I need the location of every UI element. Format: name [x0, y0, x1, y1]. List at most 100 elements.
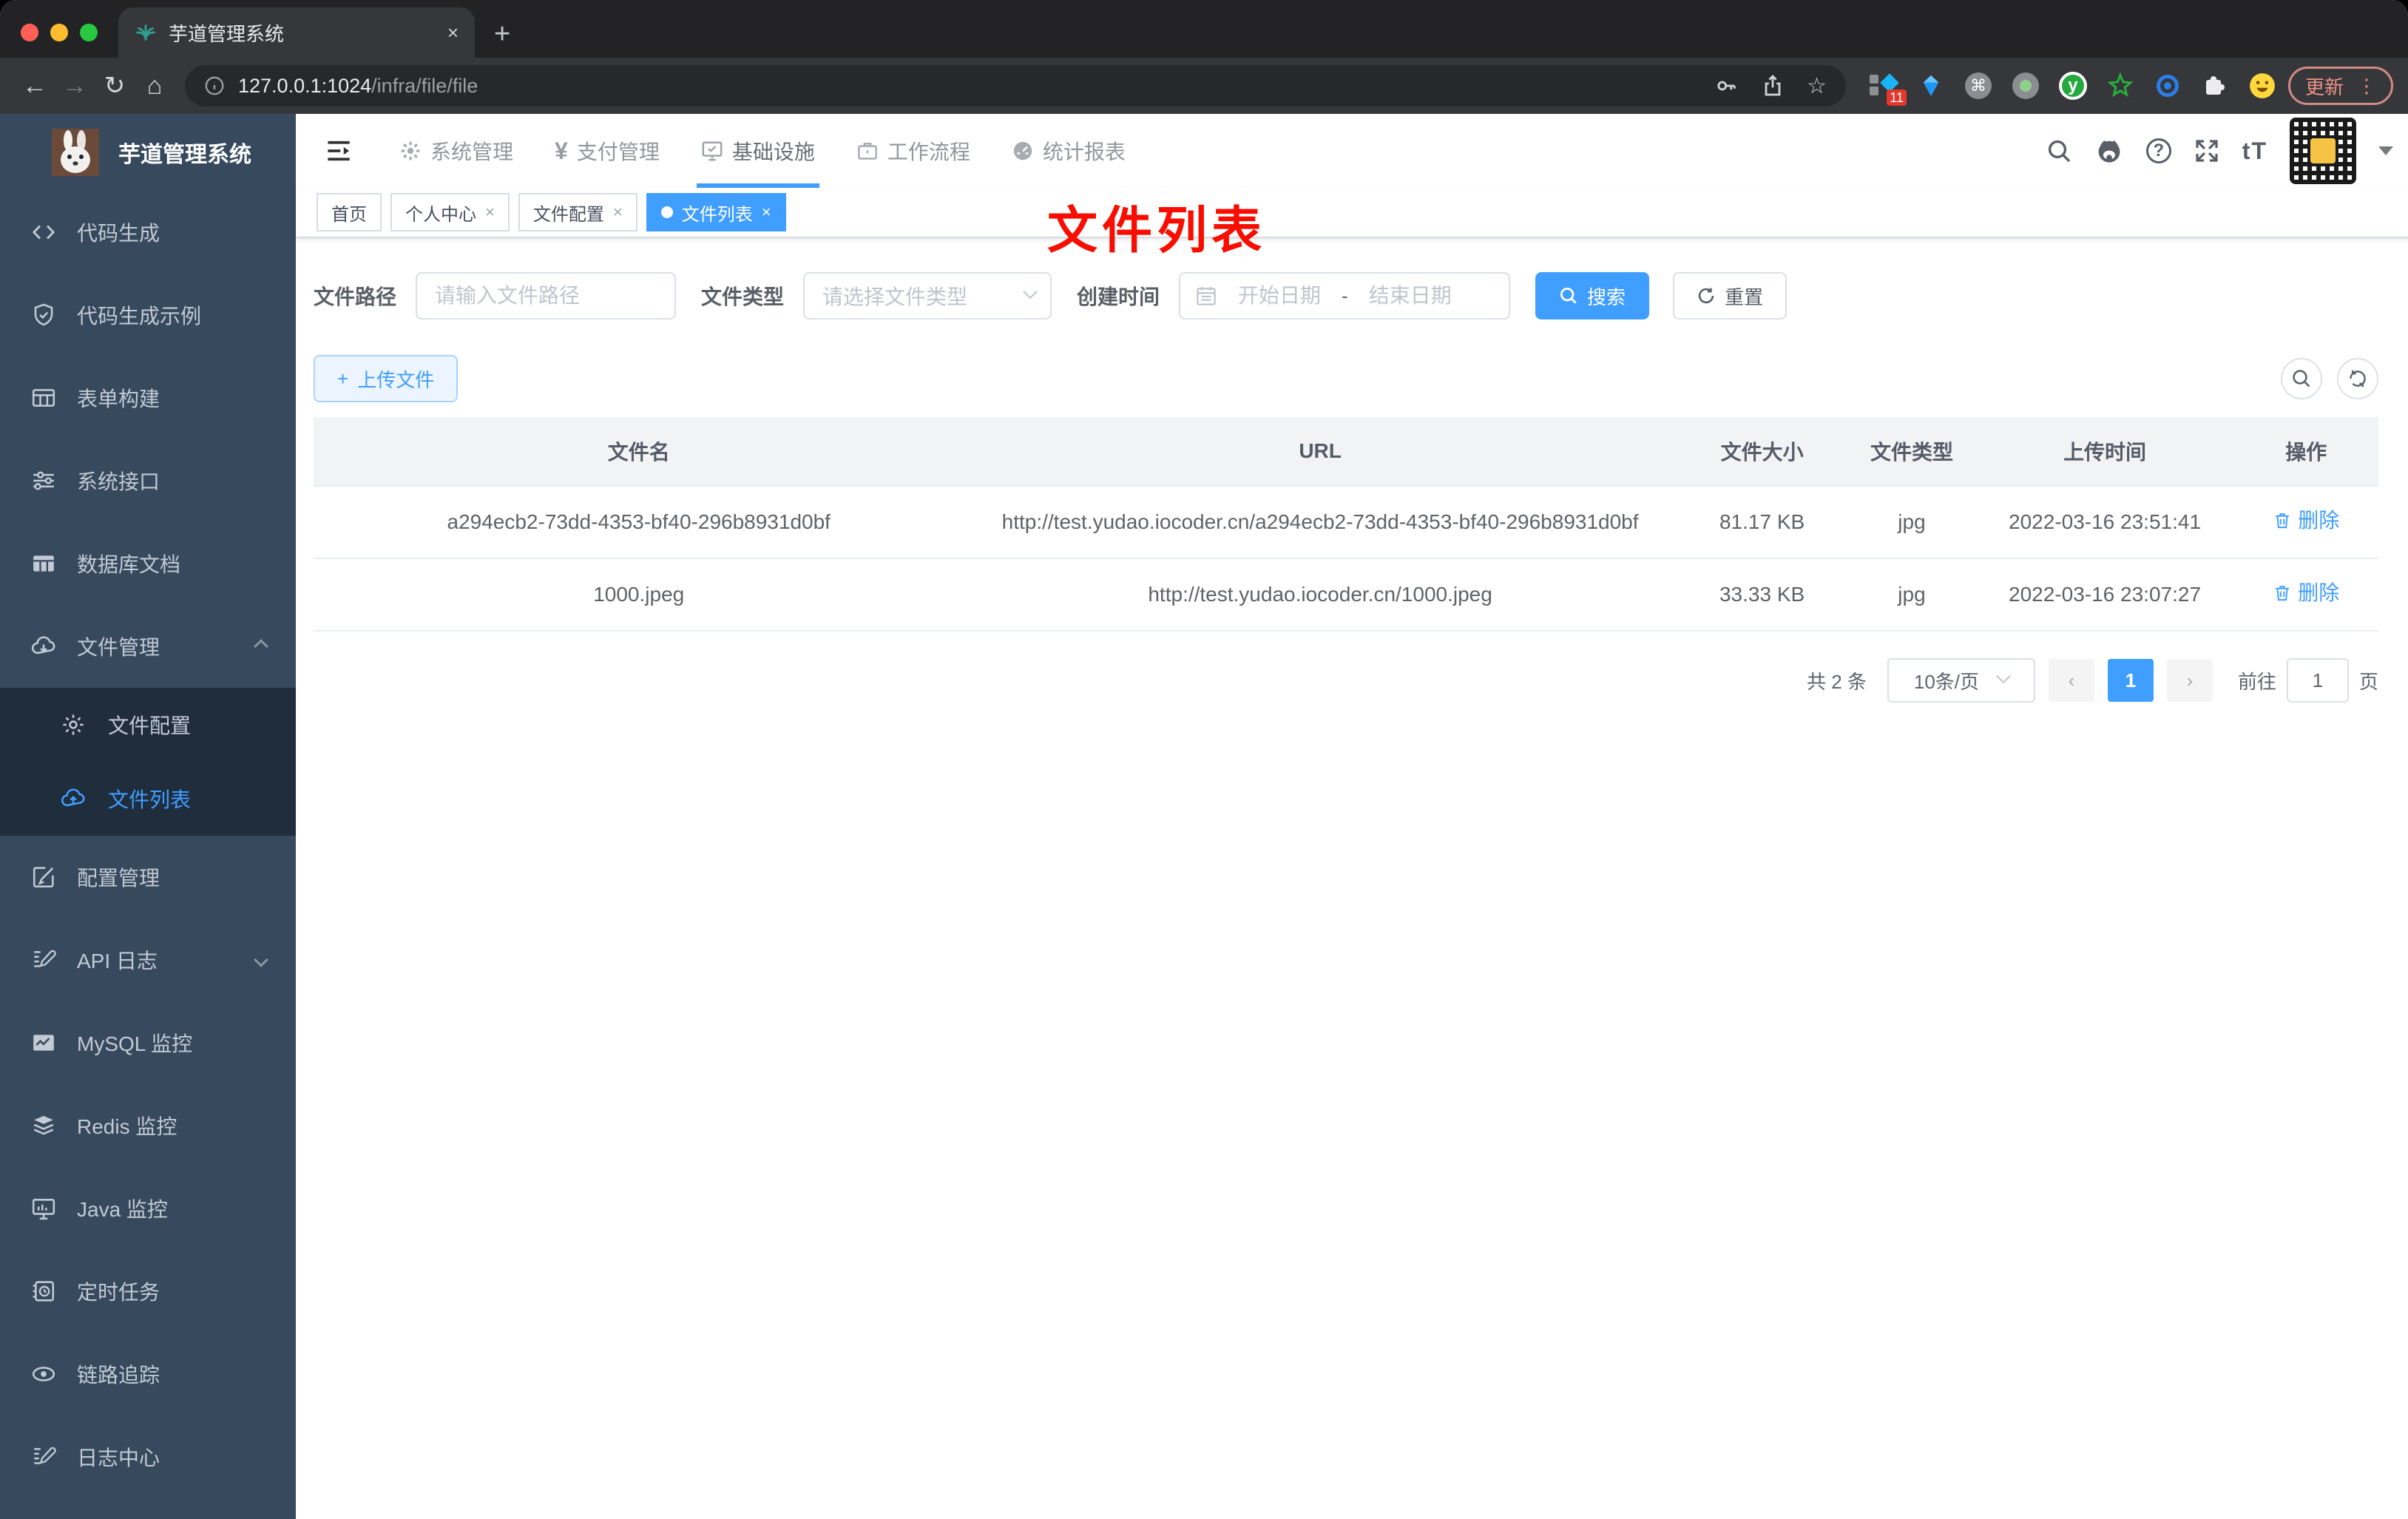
sidebar-logo[interactable]: 芋道管理系统 — [0, 114, 296, 191]
cell-url: http://test.yudao.iocoder.cn/a294ecb2-73… — [964, 486, 1677, 559]
gem-extension-icon[interactable] — [1917, 72, 1945, 100]
sidebar-item-java-monitor[interactable]: Java 监控 — [0, 1167, 296, 1250]
avatar-qr[interactable] — [2290, 118, 2356, 184]
fullscreen-icon[interactable] — [2194, 138, 2220, 164]
monitor-check-icon — [701, 140, 723, 162]
delete-button[interactable]: 删除 — [2273, 577, 2339, 609]
sidebar-item-config-manage[interactable]: 配置管理 — [0, 836, 296, 918]
sidebar-item-system-api[interactable]: 系统接口 — [0, 439, 296, 522]
eye-extension-icon[interactable] — [2154, 72, 2182, 100]
file-path-input[interactable] — [416, 272, 677, 319]
home-icon[interactable]: ⌂ — [135, 72, 175, 101]
cloud-download-icon — [31, 636, 55, 654]
emoji-extension-icon[interactable] — [2248, 72, 2276, 100]
tag-home[interactable]: 首页 — [317, 193, 382, 231]
text-size-icon[interactable]: tT — [2242, 138, 2267, 165]
browser-update-button[interactable]: 更新 ⋮ — [2287, 67, 2393, 105]
password-key-icon[interactable] — [1714, 73, 1739, 98]
eye-icon — [32, 1367, 55, 1381]
browser-menu-icon[interactable]: ⋮ — [2357, 75, 2376, 98]
start-date-input[interactable] — [1226, 284, 1333, 308]
page-1-button[interactable]: 1 — [2107, 659, 2154, 702]
sidebar-collapse-icon[interactable] — [325, 138, 352, 164]
share-icon[interactable] — [1761, 74, 1785, 98]
reset-button[interactable]: 重置 — [1673, 272, 1788, 319]
sidebar-item-file-manage[interactable]: 文件管理 — [0, 605, 296, 688]
nav-stats-report[interactable]: 统计报表 — [991, 114, 1146, 188]
tab-manager-extension-icon[interactable]: 11 — [1869, 72, 1907, 106]
address-bar[interactable]: 127.0.0.1:1024/infra/file/file ☆ — [185, 65, 1846, 106]
date-range-picker[interactable]: - — [1179, 272, 1511, 319]
page-size-select[interactable]: 10条/页 — [1887, 658, 2035, 703]
layers-icon — [33, 1115, 54, 1135]
next-page-button[interactable]: › — [2166, 659, 2213, 702]
close-window-button[interactable] — [21, 24, 38, 41]
upload-file-button[interactable]: + 上传文件 — [314, 355, 459, 402]
sidebar-item-mysql-monitor[interactable]: MySQL 监控 — [0, 1001, 296, 1084]
site-info-icon[interactable] — [204, 75, 225, 96]
new-tab-button[interactable]: + — [494, 18, 510, 50]
refresh-table-button[interactable] — [2337, 358, 2378, 399]
col-actions: 操作 — [2233, 417, 2378, 487]
file-type-select[interactable]: 请选择文件类型 — [803, 272, 1052, 319]
cell-upload-time: 2022-03-16 23:07:27 — [1975, 558, 2234, 632]
sidebar-item-code-gen[interactable]: 代码生成 — [0, 191, 296, 274]
sidebar-item-file-list[interactable]: 文件列表 — [0, 762, 296, 836]
nav-workflow[interactable]: 工作流程 — [836, 114, 991, 188]
refresh-icon — [2350, 370, 2366, 388]
tag-file-list[interactable]: 文件列表 × — [646, 193, 786, 231]
monitor-icon — [32, 1199, 55, 1220]
file-table: 文件名 URL 文件大小 文件类型 上传时间 操作 a294ecb2-73dd-… — [314, 417, 2378, 632]
sidebar-item-log-center[interactable]: 日志中心 — [0, 1415, 296, 1498]
avatar-caret-icon[interactable] — [2378, 146, 2393, 163]
database-table-icon — [33, 555, 54, 572]
nav-infrastructure[interactable]: 基础设施 — [680, 114, 836, 188]
nav-pay-manage[interactable]: ¥ 支付管理 — [534, 114, 680, 188]
goto-page-input[interactable] — [2286, 658, 2349, 703]
toggle-search-button[interactable] — [2281, 358, 2322, 399]
forward-icon[interactable]: → — [55, 72, 95, 101]
browser-tab[interactable]: 芋道管理系统 × — [118, 7, 475, 58]
date-separator: - — [1342, 284, 1348, 307]
sidebar-item-file-config[interactable]: 文件配置 — [0, 688, 296, 762]
code-icon — [32, 225, 55, 240]
header-actions: ? tT — [2046, 118, 2408, 184]
y-extension-icon[interactable]: y — [2058, 72, 2087, 100]
search-button[interactable]: 搜索 — [1535, 272, 1650, 319]
sidebar-item-form-builder[interactable]: 表单构建 — [0, 356, 296, 439]
tab-close-icon[interactable]: × — [447, 21, 459, 44]
end-date-input[interactable] — [1356, 284, 1464, 308]
cmd-extension-icon[interactable]: ⌘ — [1964, 72, 1992, 100]
sidebar-item-code-demo[interactable]: 代码生成示例 — [0, 274, 296, 356]
tag-profile[interactable]: 个人中心 × — [390, 193, 510, 231]
sidebar-item-scheduled-jobs[interactable]: 定时任务 — [0, 1250, 296, 1333]
close-icon[interactable]: × — [485, 203, 495, 222]
page-content: 文件路径 文件类型 请选择文件类型 创建时间 — [296, 238, 2408, 703]
help-icon[interactable]: ? — [2145, 138, 2171, 163]
close-icon[interactable]: × — [613, 203, 623, 222]
github-icon[interactable] — [2094, 136, 2124, 166]
minimize-window-button[interactable] — [50, 24, 68, 41]
bookmark-star-icon[interactable]: ☆ — [1807, 73, 1827, 99]
maximize-window-button[interactable] — [80, 24, 98, 41]
delete-button[interactable]: 删除 — [2273, 504, 2339, 537]
sidebar-item-redis-monitor[interactable]: Redis 监控 — [0, 1084, 296, 1167]
nav-system-manage[interactable]: 系统管理 — [379, 114, 534, 188]
app-title: 芋道管理系统 — [118, 143, 251, 167]
prev-page-button[interactable]: ‹ — [2048, 659, 2094, 702]
star-extension-icon[interactable] — [2106, 72, 2134, 100]
recorder-extension-icon[interactable] — [2012, 72, 2040, 100]
puzzle-extensions-icon[interactable] — [2201, 72, 2229, 100]
cell-upload-time: 2022-03-16 23:51:41 — [1975, 486, 2234, 559]
sidebar-item-db-doc[interactable]: 数据库文档 — [0, 522, 296, 605]
favicon-leaf-icon — [135, 21, 157, 44]
search-icon[interactable] — [2046, 138, 2072, 164]
sidebar-item-tracing[interactable]: 链路追踪 — [0, 1333, 296, 1415]
tag-file-config[interactable]: 文件配置 × — [518, 193, 637, 231]
search-icon — [1560, 287, 1577, 304]
reload-icon[interactable]: ↻ — [95, 71, 135, 101]
col-file-type: 文件类型 — [1847, 417, 1976, 487]
sidebar-item-api-log[interactable]: API 日志 — [0, 918, 296, 1001]
close-icon[interactable]: × — [762, 203, 771, 222]
back-icon[interactable]: ← — [15, 72, 55, 101]
